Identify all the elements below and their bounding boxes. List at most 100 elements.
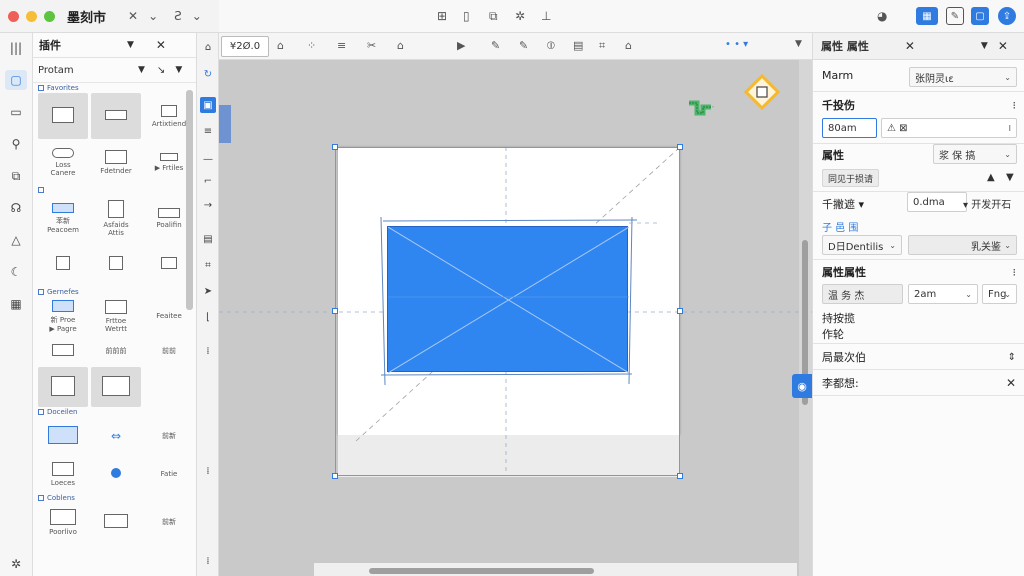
more-row[interactable]: 李都想: ✕: [822, 375, 1016, 391]
bracket-icon[interactable]: ⌊: [200, 309, 216, 325]
comments-icon[interactable]: ☾: [5, 262, 27, 282]
shape-item[interactable]: 前前前: [91, 335, 141, 367]
import-icon[interactable]: ↘: [157, 65, 165, 76]
shape-item[interactable]: Fatie: [144, 455, 194, 493]
more-icon[interactable]: ⁞: [200, 553, 216, 569]
selection-box[interactable]: [332, 144, 683, 479]
checkbox-icon[interactable]: [38, 289, 44, 295]
resize-handle[interactable]: [677, 473, 683, 479]
shape-item[interactable]: [91, 367, 141, 407]
size-input[interactable]: 80am: [822, 118, 877, 138]
chevron-down-icon[interactable]: ▼: [175, 65, 182, 75]
float-tip-button[interactable]: ◉: [792, 374, 812, 398]
shape-item[interactable]: 前前: [144, 335, 194, 367]
contrast-icon[interactable]: ⦶: [547, 39, 555, 53]
line-icon[interactable]: —: [200, 151, 216, 167]
component-icon[interactable]: [744, 74, 780, 110]
attr-select-left[interactable]: 温 务 杰: [822, 284, 903, 304]
width-input[interactable]: 0.dma: [907, 192, 967, 212]
shape-item[interactable]: Frttoe Wetrtt: [91, 297, 141, 335]
home-icon[interactable]: ⌂: [625, 39, 632, 52]
pen-icon[interactable]: ✎: [519, 39, 528, 52]
shape-item[interactable]: [91, 503, 141, 541]
close-window-button[interactable]: [8, 10, 19, 22]
layout-icon[interactable]: ▦: [916, 7, 938, 25]
move-up-icon[interactable]: ▲: [987, 172, 995, 183]
shape-item[interactable]: [91, 241, 141, 287]
drawing-canvas[interactable]: [219, 60, 812, 576]
fill-icon[interactable]: ⌂: [397, 39, 404, 52]
link-select-left[interactable]: D日Dentilis ⌄: [822, 235, 902, 255]
resize-handle[interactable]: [677, 144, 683, 150]
section-header[interactable]: Favorites: [33, 83, 196, 93]
shape-item[interactable]: 前新: [144, 503, 194, 541]
chevron-down-icon[interactable]: ▼: [138, 65, 145, 75]
user-icon[interactable]: ◕: [877, 9, 887, 23]
chevron-down-icon[interactable]: ▼: [981, 41, 988, 51]
checkbox-icon[interactable]: [38, 409, 44, 415]
name-select[interactable]: 张阴灵ιε ⌄: [909, 67, 1017, 87]
attr-select-extra[interactable]: Fng ⌄: [982, 284, 1017, 304]
folder-icon[interactable]: ⌂: [277, 39, 284, 52]
layout-row[interactable]: 局最次伯 ⇕: [822, 349, 1016, 365]
align-icon[interactable]: ⊞: [437, 9, 447, 23]
grid-icon[interactable]: ⌗: [599, 39, 605, 53]
play-icon[interactable]: ▶: [457, 39, 465, 52]
chevron-down-icon[interactable]: ▼: [127, 40, 134, 50]
links-icon[interactable]: ⚲: [5, 134, 27, 154]
layers-icon[interactable]: ⧉: [5, 166, 27, 186]
shape-item[interactable]: [38, 93, 88, 139]
layers-icon[interactable]: ▣: [200, 97, 216, 113]
move-down-icon[interactable]: ▼: [1006, 172, 1014, 183]
link-select-right[interactable]: 乳关鉴 ⌄: [908, 235, 1017, 255]
section-header[interactable]: Coblens: [33, 493, 196, 503]
properties-tab-title[interactable]: 属性 属性: [821, 38, 869, 54]
status-button[interactable]: 同见于损请: [822, 169, 880, 187]
ruler-icon[interactable]: ⊥: [541, 9, 551, 23]
table-icon[interactable]: ▤: [573, 39, 583, 52]
close-icon[interactable]: ✕: [998, 39, 1008, 53]
link-label[interactable]: 子 邑 围: [822, 219, 858, 234]
width-suffix[interactable]: ▾ 开发开石: [963, 196, 1011, 211]
copy-icon[interactable]: ⧉: [489, 9, 498, 24]
section-header[interactable]: [33, 185, 196, 195]
shape-item[interactable]: [38, 367, 88, 407]
shape-item[interactable]: Loeces: [38, 455, 88, 493]
connector-icon[interactable]: [686, 97, 714, 125]
shape-item[interactable]: [38, 417, 88, 455]
crop-icon[interactable]: ⌗: [200, 257, 216, 273]
maximize-window-button[interactable]: [44, 10, 55, 22]
shape-search-input[interactable]: Protam: [38, 65, 138, 76]
save-icon[interactable]: ▢: [971, 7, 989, 25]
checkbox-icon[interactable]: [38, 495, 44, 501]
shape-item[interactable]: Asfaids Attis: [91, 195, 141, 241]
stack-icon[interactable]: ≡: [200, 123, 216, 139]
section-header[interactable]: Doceilen: [33, 407, 196, 417]
shape-item[interactable]: [144, 367, 194, 407]
sidebar-toggle-icon[interactable]: ✕: [128, 9, 138, 23]
shape-item[interactable]: Loss Canere: [38, 139, 88, 185]
more-icon[interactable]: ⁝: [1013, 266, 1017, 279]
expand-icon[interactable]: ⇕: [1008, 352, 1016, 363]
shape-item[interactable]: 前新: [144, 417, 194, 455]
warning-icon[interactable]: △: [5, 230, 27, 250]
resize-handle[interactable]: [332, 308, 338, 314]
close-icon[interactable]: ✕: [156, 38, 166, 52]
resize-handle[interactable]: [332, 144, 338, 150]
table-icon[interactable]: ▦: [5, 294, 27, 314]
resize-handle[interactable]: [677, 308, 683, 314]
back-icon[interactable]: ⌂: [200, 39, 216, 55]
list-icon[interactable]: ≡: [337, 39, 346, 52]
section-header[interactable]: Gernefes: [33, 287, 196, 297]
cut-icon[interactable]: ✂: [367, 39, 376, 52]
minimize-window-button[interactable]: [26, 10, 37, 22]
shape-item[interactable]: [38, 241, 88, 287]
more-icon[interactable]: ⁝: [1013, 99, 1017, 112]
attr-select-right[interactable]: 2am ⌄: [908, 284, 978, 304]
move-icon[interactable]: ⁘: [307, 39, 316, 52]
menu-icon[interactable]: |||: [5, 38, 27, 58]
shape-item[interactable]: [91, 455, 141, 493]
resize-handle[interactable]: [332, 473, 338, 479]
more-icon[interactable]: ⁞: [200, 463, 216, 479]
canvas-horizontal-scrollbar[interactable]: [369, 568, 594, 574]
